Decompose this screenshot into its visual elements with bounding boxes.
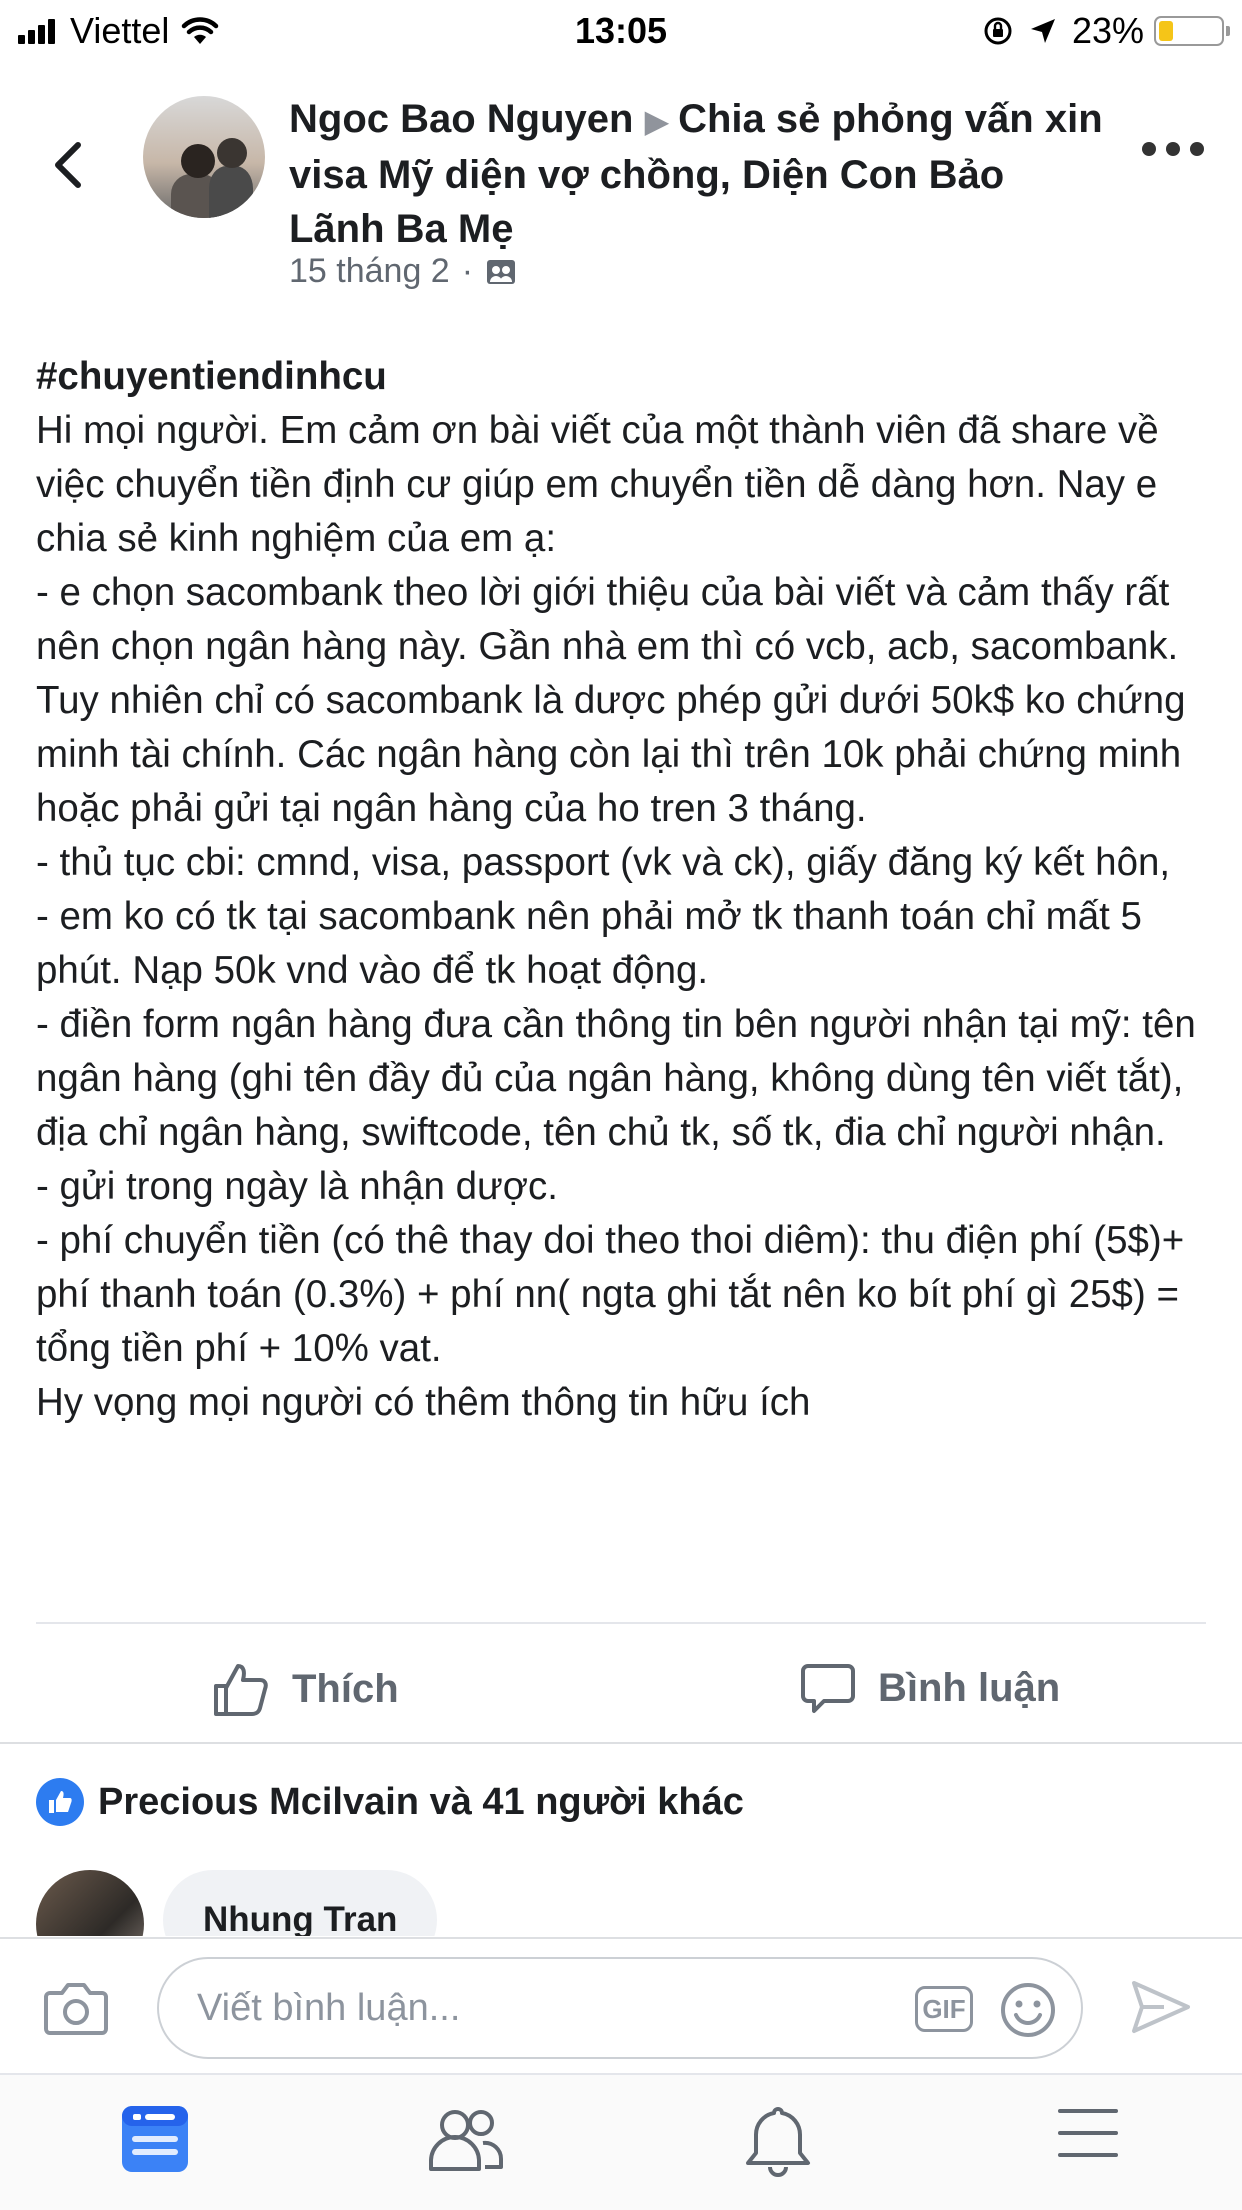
commenter-avatar[interactable] [36, 1870, 144, 1936]
reactions-summary[interactable]: Precious Mcilvain và 41 người khác [36, 1778, 744, 1826]
post-paragraph: Hy vọng mọi người có thêm thông tin hữu … [36, 1381, 811, 1424]
reactions-text: Precious Mcilvain và 41 người khác [98, 1780, 744, 1823]
post-paragraph: - em ko có tk tại sacombank nên phải mở … [36, 895, 1142, 992]
battery-icon [1154, 16, 1230, 46]
post-hashtag[interactable]: #chuyentiendinhcu [36, 350, 1211, 404]
comment-button[interactable]: Bình luận [800, 1660, 1060, 1716]
thumbs-up-icon [214, 1664, 268, 1716]
status-bar: Viettel 13:05 23% [0, 0, 1242, 62]
section-divider [0, 1742, 1242, 1744]
post-actions: Thích Bình luận [0, 1620, 1242, 1750]
commenter-name[interactable]: Nhung Tran [203, 1900, 397, 1936]
camera-icon [44, 1983, 108, 2035]
post-body: #chuyentiendinhcu Hi mọi người. Em cảm ơ… [36, 350, 1211, 1430]
post-paragraph: - thủ tục cbi: cmnd, visa, passport (vk … [36, 841, 1171, 884]
tab-notifications[interactable] [728, 2103, 828, 2183]
like-button[interactable]: Thích [212, 1660, 399, 1718]
location-arrow-icon [1030, 19, 1055, 43]
post-title: Ngoc Bao Nguyen ▶ Chia sẻ phỏng vấn xin … [289, 92, 1109, 256]
bottom-tab-bar [0, 2073, 1242, 2210]
comment-bubble-icon [801, 1664, 855, 1713]
comment-label: Bình luận [878, 1665, 1061, 1710]
send-button[interactable] [1130, 1979, 1192, 2040]
tab-menu[interactable] [1038, 2103, 1138, 2183]
camera-button[interactable] [44, 1979, 108, 2040]
comment-input[interactable] [195, 1985, 839, 2031]
gif-button[interactable]: GIF [915, 1986, 973, 2032]
comment-input-wrapper: GIF [157, 1957, 1083, 2059]
news-feed-icon [122, 2106, 188, 2172]
send-arrow-icon [1132, 1981, 1190, 2033]
author-avatar[interactable] [143, 96, 265, 218]
comment-bubble[interactable]: Nhung Tran [163, 1870, 438, 1936]
smiley-icon [1001, 1983, 1055, 2037]
post-paragraph: - e chọn sacombank theo lời giới thiệu c… [36, 571, 1186, 830]
post-date[interactable]: 15 tháng 2 [289, 252, 450, 291]
friends-icon [429, 2110, 504, 2171]
more-options-button[interactable] [1132, 142, 1204, 156]
orientation-lock-icon [984, 17, 1012, 45]
post-paragraph: Hi mọi người. Em cảm ơn bài viết của một… [36, 409, 1159, 560]
post-header: Ngoc Bao Nguyen ▶ Chia sẻ phỏng vấn xin … [0, 80, 1242, 310]
group-audience-icon [487, 259, 516, 284]
battery-percent: 23% [1071, 10, 1144, 51]
chevron-left-icon [55, 142, 81, 188]
post-paragraph: - gửi trong ngày là nhận dược. [36, 1165, 558, 1208]
battery-level [1159, 21, 1173, 41]
play-arrow-icon: ▶ [644, 103, 679, 139]
comment-preview: Nhung Tran [0, 1866, 1242, 1936]
post-meta: 15 tháng 2 · [289, 252, 517, 291]
post-paragraph: - điền form ngân hàng đưa cần thông tin … [36, 1003, 1196, 1154]
emoji-button[interactable] [999, 1981, 1057, 2044]
back-button[interactable] [40, 125, 100, 205]
like-label: Thích [292, 1666, 399, 1711]
tab-friends[interactable] [415, 2103, 515, 2183]
comment-composer: GIF [0, 1937, 1242, 2075]
author-name[interactable]: Ngoc Bao Nguyen [289, 97, 633, 141]
bell-icon [746, 2107, 810, 2177]
hamburger-menu-icon [1058, 2109, 1118, 2157]
like-reaction-icon [36, 1778, 84, 1826]
status-right: 23% [982, 10, 1230, 52]
post-paragraph: - phí chuyển tiền (có thê thay doi theo … [36, 1219, 1185, 1370]
tab-news-feed[interactable] [105, 2103, 205, 2183]
